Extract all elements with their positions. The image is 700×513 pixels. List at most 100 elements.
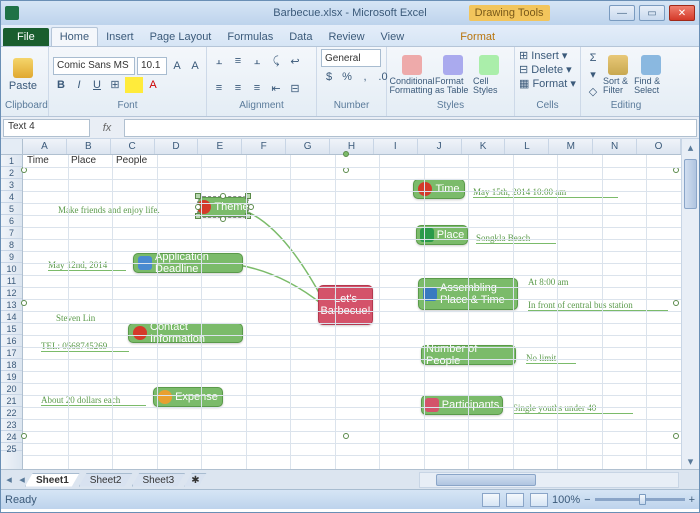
- row-2[interactable]: 2: [1, 167, 22, 179]
- font-size-combo[interactable]: 10.1: [137, 57, 167, 75]
- row-headers[interactable]: 1234567891011121314151617181920212223242…: [1, 155, 23, 469]
- insert-cells-button[interactable]: ⊞ Insert ▾: [519, 49, 567, 62]
- cell-area[interactable]: Time Place People Let's Barbecue! Theme: [23, 155, 681, 469]
- hscroll-thumb[interactable]: [436, 474, 536, 486]
- cell-styles-button[interactable]: Cell Styles: [473, 51, 505, 99]
- page-layout-view-button[interactable]: [506, 493, 524, 507]
- row-4[interactable]: 4: [1, 191, 22, 203]
- row-17[interactable]: 17: [1, 347, 22, 359]
- row-23[interactable]: 23: [1, 419, 22, 431]
- cell-c1[interactable]: People: [114, 155, 149, 167]
- normal-view-button[interactable]: [482, 493, 500, 507]
- row-18[interactable]: 18: [1, 359, 22, 371]
- conditional-formatting-button[interactable]: Conditional Formatting: [391, 51, 433, 99]
- comma-icon[interactable]: ,: [357, 69, 373, 85]
- row-15[interactable]: 15: [1, 323, 22, 335]
- col-A[interactable]: A: [23, 139, 67, 154]
- col-J[interactable]: J: [418, 139, 462, 154]
- col-L[interactable]: L: [505, 139, 549, 154]
- node-expense[interactable]: Expense: [153, 387, 223, 407]
- node-theme[interactable]: Theme: [198, 197, 248, 217]
- row-10[interactable]: 10: [1, 263, 22, 275]
- tab-format[interactable]: Format: [452, 28, 503, 46]
- tab-insert[interactable]: Insert: [98, 28, 142, 46]
- sheet-tab-3[interactable]: Sheet3: [132, 473, 186, 487]
- tab-review[interactable]: Review: [320, 28, 372, 46]
- node-contact[interactable]: Contact Information: [128, 323, 243, 343]
- delete-cells-button[interactable]: ⊟ Delete ▾: [519, 63, 572, 76]
- row-1[interactable]: 1: [1, 155, 22, 167]
- col-O[interactable]: O: [637, 139, 681, 154]
- col-K[interactable]: K: [462, 139, 506, 154]
- font-color-button[interactable]: A: [145, 77, 161, 93]
- zoom-slider[interactable]: [595, 498, 685, 501]
- vertical-scrollbar[interactable]: ▴ ▾: [681, 139, 699, 469]
- col-C[interactable]: C: [111, 139, 155, 154]
- worksheet-grid[interactable]: ABCDEFGHIJKLMNO 123456789101112131415161…: [1, 139, 699, 469]
- align-top-icon[interactable]: ⫠: [211, 53, 227, 69]
- row-6[interactable]: 6: [1, 215, 22, 227]
- cell-a1[interactable]: Time: [25, 155, 51, 167]
- row-5[interactable]: 5: [1, 203, 22, 215]
- maximize-button[interactable]: ▭: [639, 5, 665, 21]
- row-20[interactable]: 20: [1, 383, 22, 395]
- row-25[interactable]: 25: [1, 443, 22, 451]
- currency-icon[interactable]: $: [321, 69, 337, 85]
- tab-data[interactable]: Data: [281, 28, 320, 46]
- shrink-font-icon[interactable]: A: [187, 58, 203, 74]
- col-E[interactable]: E: [198, 139, 242, 154]
- page-break-view-button[interactable]: [530, 493, 548, 507]
- percent-icon[interactable]: %: [339, 69, 355, 85]
- paste-button[interactable]: Paste: [5, 51, 41, 99]
- row-12[interactable]: 12: [1, 287, 22, 299]
- row-7[interactable]: 7: [1, 227, 22, 239]
- col-I[interactable]: I: [374, 139, 418, 154]
- node-participants[interactable]: Participants: [421, 395, 503, 415]
- align-center-icon[interactable]: ≡: [230, 80, 246, 96]
- row-13[interactable]: 13: [1, 299, 22, 311]
- scroll-up-icon[interactable]: ▴: [682, 139, 699, 155]
- align-right-icon[interactable]: ≡: [249, 80, 265, 96]
- row-8[interactable]: 8: [1, 239, 22, 251]
- zoom-out-button[interactable]: −: [584, 494, 590, 506]
- row-11[interactable]: 11: [1, 275, 22, 287]
- italic-button[interactable]: I: [71, 77, 87, 93]
- format-cells-button[interactable]: ▦ Format ▾: [519, 77, 576, 90]
- wrap-text-icon[interactable]: ↩: [287, 53, 303, 69]
- underline-button[interactable]: U: [89, 77, 105, 93]
- col-B[interactable]: B: [67, 139, 111, 154]
- align-left-icon[interactable]: ≡: [211, 80, 227, 96]
- sheet-tab-1[interactable]: Sheet1: [25, 473, 80, 487]
- row-21[interactable]: 21: [1, 395, 22, 407]
- tab-formulas[interactable]: Formulas: [219, 28, 281, 46]
- col-M[interactable]: M: [549, 139, 593, 154]
- formula-bar[interactable]: [124, 119, 697, 137]
- row-16[interactable]: 16: [1, 335, 22, 347]
- row-14[interactable]: 14: [1, 311, 22, 323]
- fill-color-button[interactable]: [125, 77, 143, 93]
- row-19[interactable]: 19: [1, 371, 22, 383]
- scroll-down-icon[interactable]: ▾: [682, 453, 699, 469]
- row-22[interactable]: 22: [1, 407, 22, 419]
- bold-button[interactable]: B: [53, 77, 69, 93]
- font-name-combo[interactable]: Comic Sans MS: [53, 57, 135, 75]
- orientation-icon[interactable]: ⤹: [268, 53, 284, 69]
- clear-icon[interactable]: ◇: [585, 84, 601, 100]
- select-all-corner[interactable]: [1, 139, 23, 155]
- scroll-thumb[interactable]: [684, 159, 697, 209]
- number-format-combo[interactable]: General: [321, 49, 381, 67]
- col-F[interactable]: F: [242, 139, 286, 154]
- tab-view[interactable]: View: [373, 28, 413, 46]
- column-headers[interactable]: ABCDEFGHIJKLMNO: [23, 139, 681, 155]
- tab-page-layout[interactable]: Page Layout: [142, 28, 220, 46]
- align-bottom-icon[interactable]: ⫠: [249, 53, 265, 69]
- tab-home[interactable]: Home: [51, 27, 98, 46]
- row-9[interactable]: 9: [1, 251, 22, 263]
- new-sheet-button[interactable]: ✱: [184, 473, 206, 487]
- tab-file[interactable]: File: [3, 28, 49, 46]
- horizontal-scrollbar[interactable]: [419, 472, 679, 488]
- format-as-table-button[interactable]: Format as Table: [435, 51, 471, 99]
- row-24[interactable]: 24: [1, 431, 22, 443]
- align-middle-icon[interactable]: ≡: [230, 53, 246, 69]
- col-G[interactable]: G: [286, 139, 330, 154]
